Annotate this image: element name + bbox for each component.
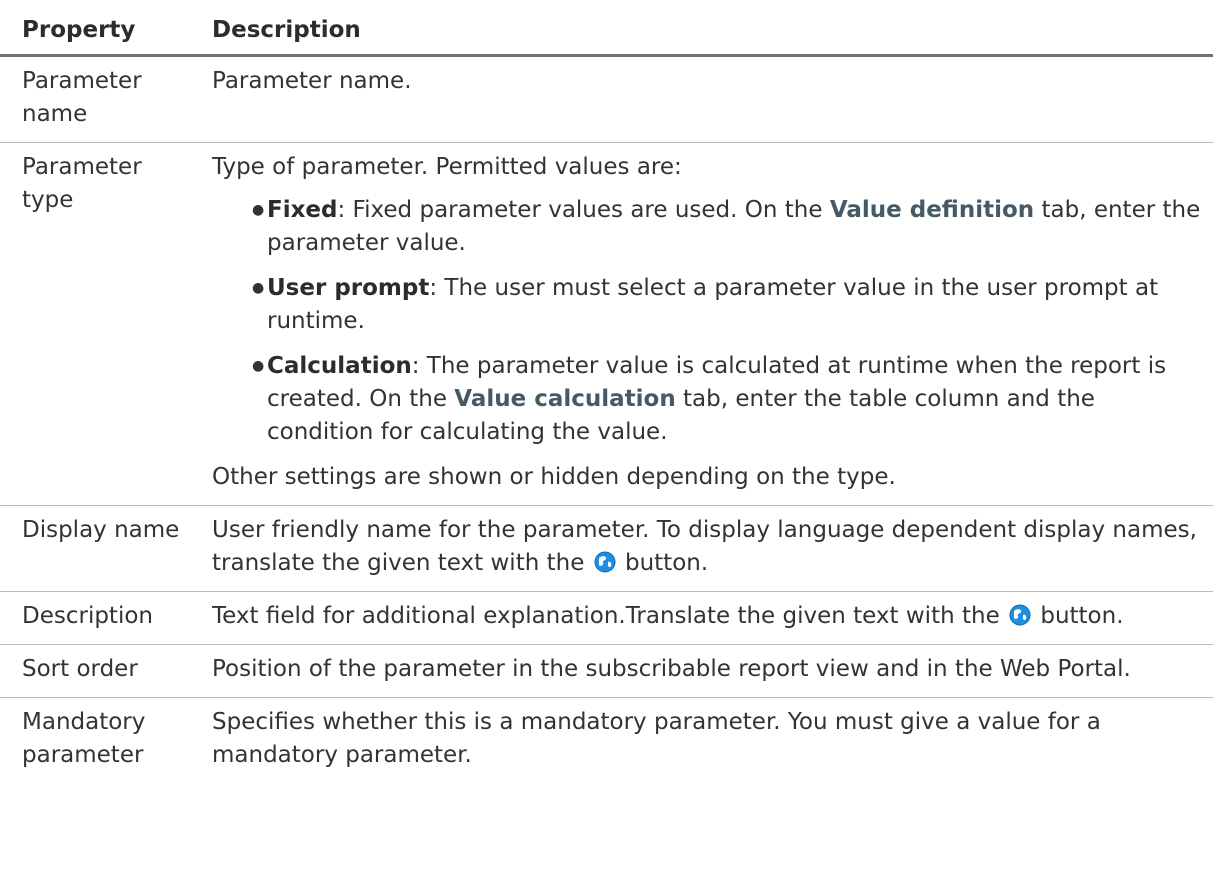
bullet-icon: ● [252, 358, 265, 374]
value-text: : Fixed parameter values are used. On th… [337, 197, 830, 223]
value-term: Fixed [267, 197, 338, 223]
bullet-icon: ● [252, 280, 265, 296]
description-text: Text field for additional explanation.Tr… [212, 603, 1008, 629]
description-text: button. [617, 550, 709, 576]
table-row-parameter-name: Parameter name Parameter name. [0, 55, 1213, 143]
list-item: ● User prompt: The user must select a par… [252, 272, 1205, 338]
tab-reference: Value calculation [454, 386, 676, 412]
description-cell: Type of parameter. Permitted values are:… [197, 142, 1213, 506]
property-cell: Description [0, 591, 197, 645]
value-term: Calculation [267, 353, 412, 379]
description-cell: Text field for additional explanation.Tr… [197, 591, 1213, 645]
table-row-sort-order: Sort order Position of the parameter in … [0, 644, 1213, 698]
list-item: ● Calculation: The parameter value is cal… [252, 350, 1205, 449]
description-cell: Specifies whether this is a mandatory pa… [212, 709, 1101, 768]
property-cell: Mandatory parameter [22, 709, 146, 768]
list-item: ● Fixed: Fixed parameter values are used.… [252, 194, 1205, 260]
parameter-type-intro: Type of parameter. Permitted values are: [212, 154, 682, 180]
description-text: button. [1033, 603, 1124, 629]
property-cell: Sort order [0, 644, 197, 698]
value-term: User prompt [267, 275, 430, 301]
table-row-mandatory-parameter: Mandatory parameter Specifies whether th… [0, 698, 1213, 784]
translate-globe-icon [594, 551, 616, 573]
table-header-row: Property Description [0, 0, 1213, 57]
bullet-icon: ● [252, 202, 265, 218]
property-cell: Parameter name [0, 55, 197, 143]
header-description: Description [197, 0, 1213, 57]
table-row-description: Description Text field for additional ex… [0, 591, 1213, 645]
permitted-values-list: ● Fixed: Fixed parameter values are used.… [212, 194, 1205, 449]
property-cell: Display name [0, 505, 197, 592]
tab-reference: Value definition [829, 197, 1035, 223]
translate-globe-icon [1009, 604, 1031, 626]
table-row-display-name: Display name User friendly name for the … [0, 505, 1213, 592]
table-row-parameter-type: Parameter type Type of parameter. Permit… [0, 142, 1213, 506]
parameter-type-outro: Other settings are shown or hidden depen… [212, 464, 896, 490]
property-cell: Parameter type [0, 142, 197, 506]
description-cell: Position of the parameter in the subscri… [197, 644, 1213, 698]
property-table: Property Description Parameter name Para… [0, 0, 1213, 783]
header-property: Property [0, 0, 197, 57]
description-cell: Parameter name. [197, 55, 1213, 143]
description-cell: User friendly name for the parameter. To… [197, 505, 1213, 592]
